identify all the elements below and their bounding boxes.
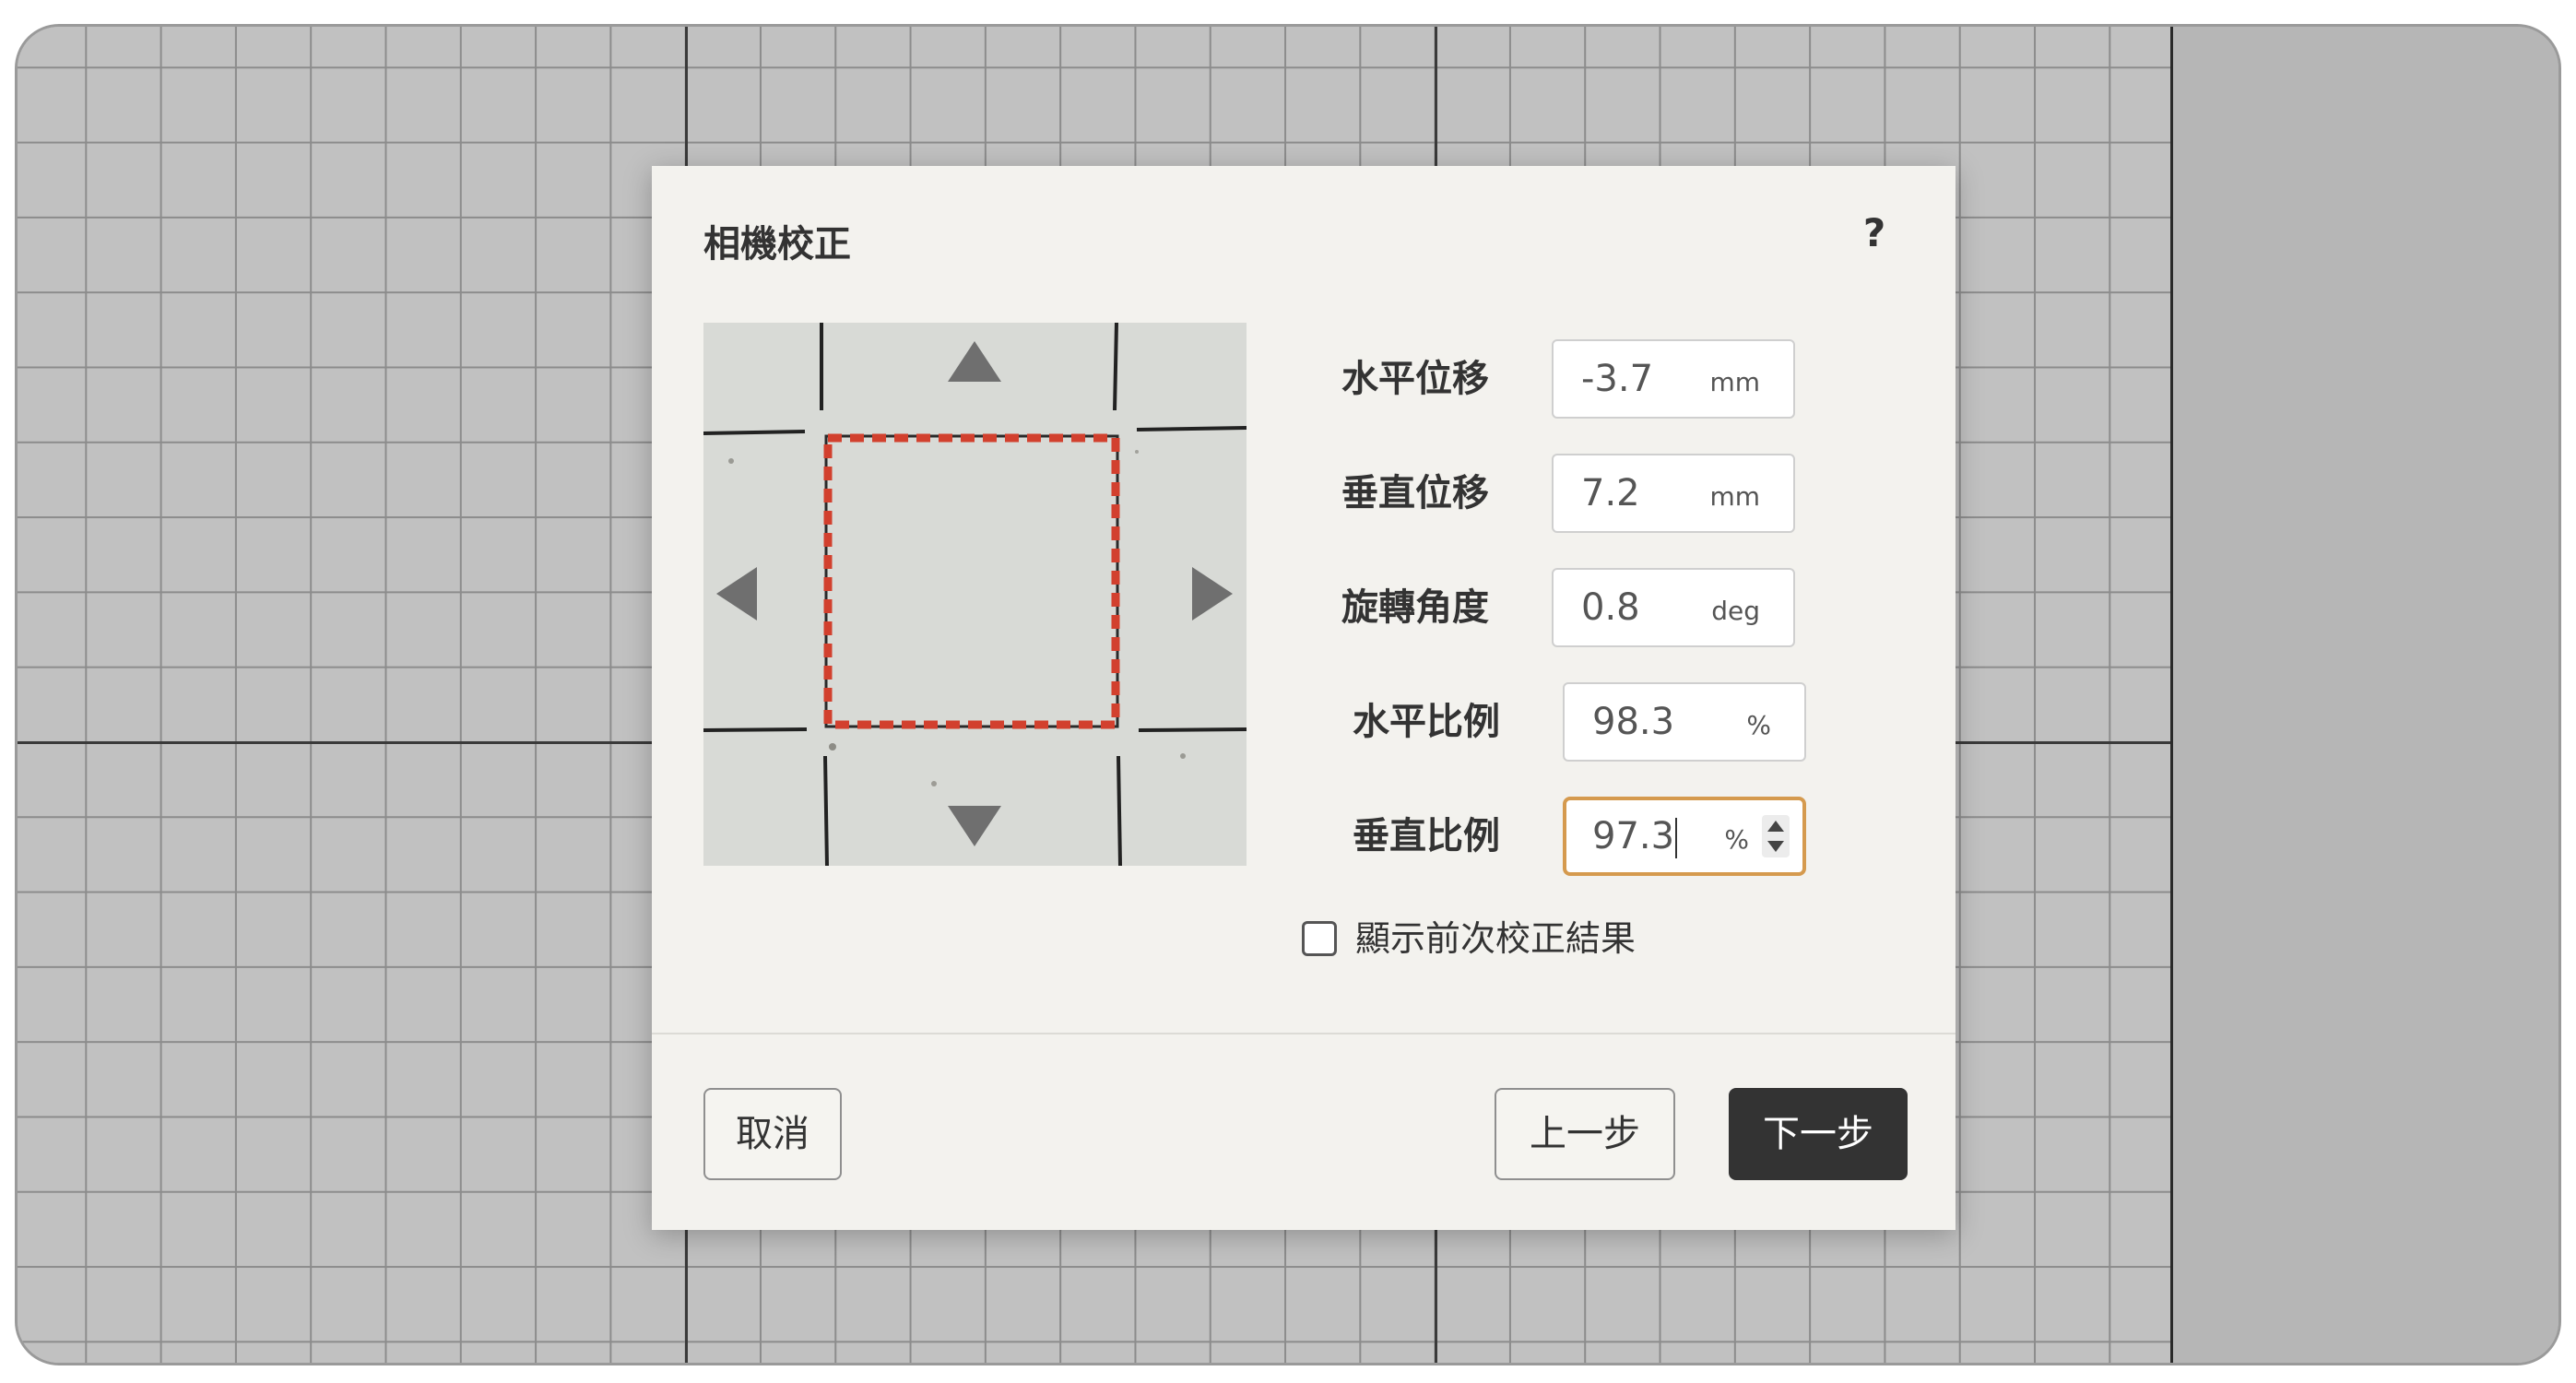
text-caret bbox=[1675, 818, 1678, 858]
field-value: -3.7 bbox=[1581, 358, 1654, 400]
cancel-button[interactable]: 取消 bbox=[703, 1088, 842, 1180]
field-unit: mm bbox=[1709, 367, 1760, 397]
dialog-title: 相機校正 bbox=[703, 223, 851, 266]
field-value: 7.2 bbox=[1581, 472, 1640, 514]
triangle-right-icon[interactable] bbox=[1190, 565, 1235, 622]
field-value-with-caret: 97.3 bbox=[1592, 800, 1678, 872]
horizontal-offset-input[interactable]: -3.7 mm bbox=[1552, 339, 1795, 419]
field-unit: deg bbox=[1711, 596, 1760, 626]
field-value: 0.8 bbox=[1581, 586, 1640, 629]
triangle-down-icon[interactable] bbox=[946, 804, 1003, 848]
field-unit: % bbox=[1724, 824, 1749, 855]
next-step-button[interactable]: 下一步 bbox=[1729, 1088, 1908, 1180]
field-unit: % bbox=[1746, 710, 1771, 740]
previous-step-button[interactable]: 上一步 bbox=[1495, 1088, 1675, 1180]
horizontal-scale-input[interactable]: 98.3 % bbox=[1563, 682, 1806, 762]
camera-preview-image bbox=[703, 323, 1247, 866]
field-label: 水平比例 bbox=[1353, 701, 1500, 743]
field-label: 水平位移 bbox=[1341, 358, 1489, 400]
question-mark-icon[interactable]: ? bbox=[1854, 210, 1895, 256]
checkbox-label[interactable]: 顯示前次校正結果 bbox=[1355, 911, 1636, 966]
triangle-left-icon[interactable] bbox=[715, 565, 759, 622]
vertical-offset-input[interactable]: 7.2 mm bbox=[1552, 454, 1795, 533]
show-previous-result-checkbox[interactable] bbox=[1302, 921, 1337, 956]
field-label: 垂直比例 bbox=[1353, 815, 1500, 857]
field-unit: mm bbox=[1709, 481, 1760, 512]
spin-stepper-icon[interactable] bbox=[1762, 815, 1790, 857]
rotation-angle-input[interactable]: 0.8 deg bbox=[1552, 568, 1795, 647]
vertical-scale-input[interactable]: 97.3 % bbox=[1563, 797, 1806, 876]
camera-calibration-dialog: 相機校正 ? 水平位移 -3.7 mm 垂直位移 7.2 mm 旋轉角度 0.8… bbox=[652, 166, 1956, 1230]
field-label: 垂直位移 bbox=[1341, 472, 1489, 514]
footer-divider bbox=[652, 1033, 1956, 1034]
field-value: 98.3 bbox=[1592, 701, 1675, 743]
field-label: 旋轉角度 bbox=[1341, 586, 1489, 629]
field-value: 97.3 bbox=[1592, 815, 1675, 857]
triangle-up-icon[interactable] bbox=[946, 339, 1003, 384]
right-side-panel bbox=[2170, 27, 2558, 1363]
camera-preview bbox=[703, 323, 1247, 866]
